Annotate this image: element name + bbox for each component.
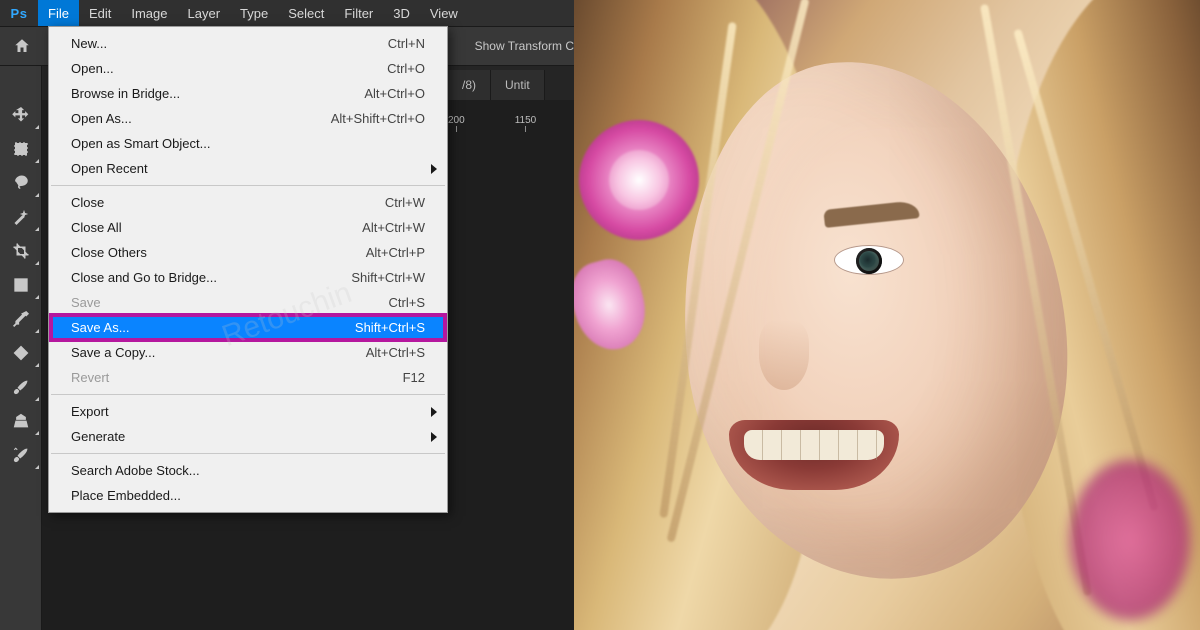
tool-healing-brush[interactable] (0, 336, 42, 370)
menu-item-close[interactable]: CloseCtrl+W (49, 190, 447, 215)
menu-item-save: SaveCtrl+S (49, 290, 447, 315)
menu-item-shortcut: Ctrl+N (388, 36, 425, 51)
menu-item-shortcut: Shift+Ctrl+S (355, 320, 425, 335)
tool-clone-stamp[interactable] (0, 404, 42, 438)
menu-item-label: New... (71, 36, 388, 51)
result-photo (574, 0, 1200, 630)
menu-item-shortcut: Alt+Ctrl+O (364, 86, 425, 101)
menu-item-save-a-copy[interactable]: Save a Copy...Alt+Ctrl+S (49, 340, 447, 365)
app-logo: Ps (0, 0, 38, 26)
menu-item-label: Close All (71, 220, 362, 235)
menu-item-label: Open... (71, 61, 387, 76)
menu-item-export[interactable]: Export (49, 399, 447, 424)
menu-item-open[interactable]: Open...Ctrl+O (49, 56, 447, 81)
menu-filter[interactable]: Filter (334, 0, 383, 26)
document-tab[interactable]: Untit (491, 70, 545, 100)
menu-type[interactable]: Type (230, 0, 278, 26)
tool-move[interactable] (0, 98, 42, 132)
menu-item-revert: RevertF12 (49, 365, 447, 390)
menu-item-save-as[interactable]: Save As...Shift+Ctrl+S (49, 315, 447, 340)
menu-item-shortcut: Ctrl+O (387, 61, 425, 76)
menu-item-shortcut: F12 (403, 370, 425, 385)
menu-item-close-and-go-to-bridge[interactable]: Close and Go to Bridge...Shift+Ctrl+W (49, 265, 447, 290)
file-menu-dropdown: New...Ctrl+NOpen...Ctrl+OBrowse in Bridg… (48, 26, 448, 513)
menu-select[interactable]: Select (278, 0, 334, 26)
tool-history-brush[interactable] (0, 438, 42, 472)
menu-item-label: Close Others (71, 245, 366, 260)
menu-3d[interactable]: 3D (383, 0, 420, 26)
menu-item-open-recent[interactable]: Open Recent (49, 156, 447, 181)
menu-item-label: Open as Smart Object... (71, 136, 425, 151)
menu-item-place-embedded[interactable]: Place Embedded... (49, 483, 447, 508)
menu-item-open-as[interactable]: Open As...Alt+Shift+Ctrl+O (49, 106, 447, 131)
tool-eyedropper[interactable] (0, 302, 42, 336)
menu-layer[interactable]: Layer (178, 0, 231, 26)
menu-item-shortcut: Alt+Ctrl+W (362, 220, 425, 235)
tool-marquee[interactable] (0, 132, 42, 166)
tools-panel (0, 66, 42, 630)
menu-image[interactable]: Image (121, 0, 177, 26)
menu-item-label: Search Adobe Stock... (71, 463, 425, 478)
menu-item-label: Generate (71, 429, 425, 444)
menu-item-shortcut: Alt+Ctrl+P (366, 245, 425, 260)
menu-item-label: Open Recent (71, 161, 425, 176)
menu-item-search-adobe-stock[interactable]: Search Adobe Stock... (49, 458, 447, 483)
menu-item-shortcut: Alt+Shift+Ctrl+O (331, 111, 425, 126)
menu-view[interactable]: View (420, 0, 468, 26)
menu-item-new[interactable]: New...Ctrl+N (49, 31, 447, 56)
tool-lasso[interactable] (0, 166, 42, 200)
option-show-transform[interactable]: Show Transform C (475, 39, 574, 53)
tool-frame[interactable] (0, 268, 42, 302)
tool-brush[interactable] (0, 370, 42, 404)
menu-item-label: Export (71, 404, 425, 419)
menu-item-label: Save (71, 295, 389, 310)
menu-edit[interactable]: Edit (79, 0, 121, 26)
menu-separator (51, 394, 445, 395)
tool-magic-wand[interactable] (0, 200, 42, 234)
menu-item-label: Save a Copy... (71, 345, 366, 360)
photoshop-ui: Ps FileEditImageLayerTypeSelectFilter3DV… (0, 0, 574, 630)
home-icon[interactable] (8, 32, 36, 60)
menu-file[interactable]: File (38, 0, 79, 26)
menu-item-label: Browse in Bridge... (71, 86, 364, 101)
menu-item-label: Close and Go to Bridge... (71, 270, 351, 285)
menu-item-shortcut: Ctrl+S (389, 295, 425, 310)
menu-item-shortcut: Ctrl+W (385, 195, 425, 210)
tool-crop[interactable] (0, 234, 42, 268)
menu-item-label: Close (71, 195, 385, 210)
ruler: 200 1150 (448, 104, 536, 126)
menu-item-generate[interactable]: Generate (49, 424, 447, 449)
menu-bar: Ps FileEditImageLayerTypeSelectFilter3DV… (0, 0, 574, 26)
menu-separator (51, 185, 445, 186)
menu-item-open-as-smart-object[interactable]: Open as Smart Object... (49, 131, 447, 156)
menu-item-shortcut: Alt+Ctrl+S (366, 345, 425, 360)
menu-item-close-all[interactable]: Close AllAlt+Ctrl+W (49, 215, 447, 240)
menu-item-label: Open As... (71, 111, 331, 126)
menu-item-close-others[interactable]: Close OthersAlt+Ctrl+P (49, 240, 447, 265)
document-tab[interactable]: /8) (448, 70, 491, 100)
menu-separator (51, 453, 445, 454)
menu-item-label: Place Embedded... (71, 488, 425, 503)
menu-item-label: Revert (71, 370, 403, 385)
menu-item-browse-in-bridge[interactable]: Browse in Bridge...Alt+Ctrl+O (49, 81, 447, 106)
menu-item-shortcut: Shift+Ctrl+W (351, 270, 425, 285)
menu-item-label: Save As... (71, 320, 355, 335)
